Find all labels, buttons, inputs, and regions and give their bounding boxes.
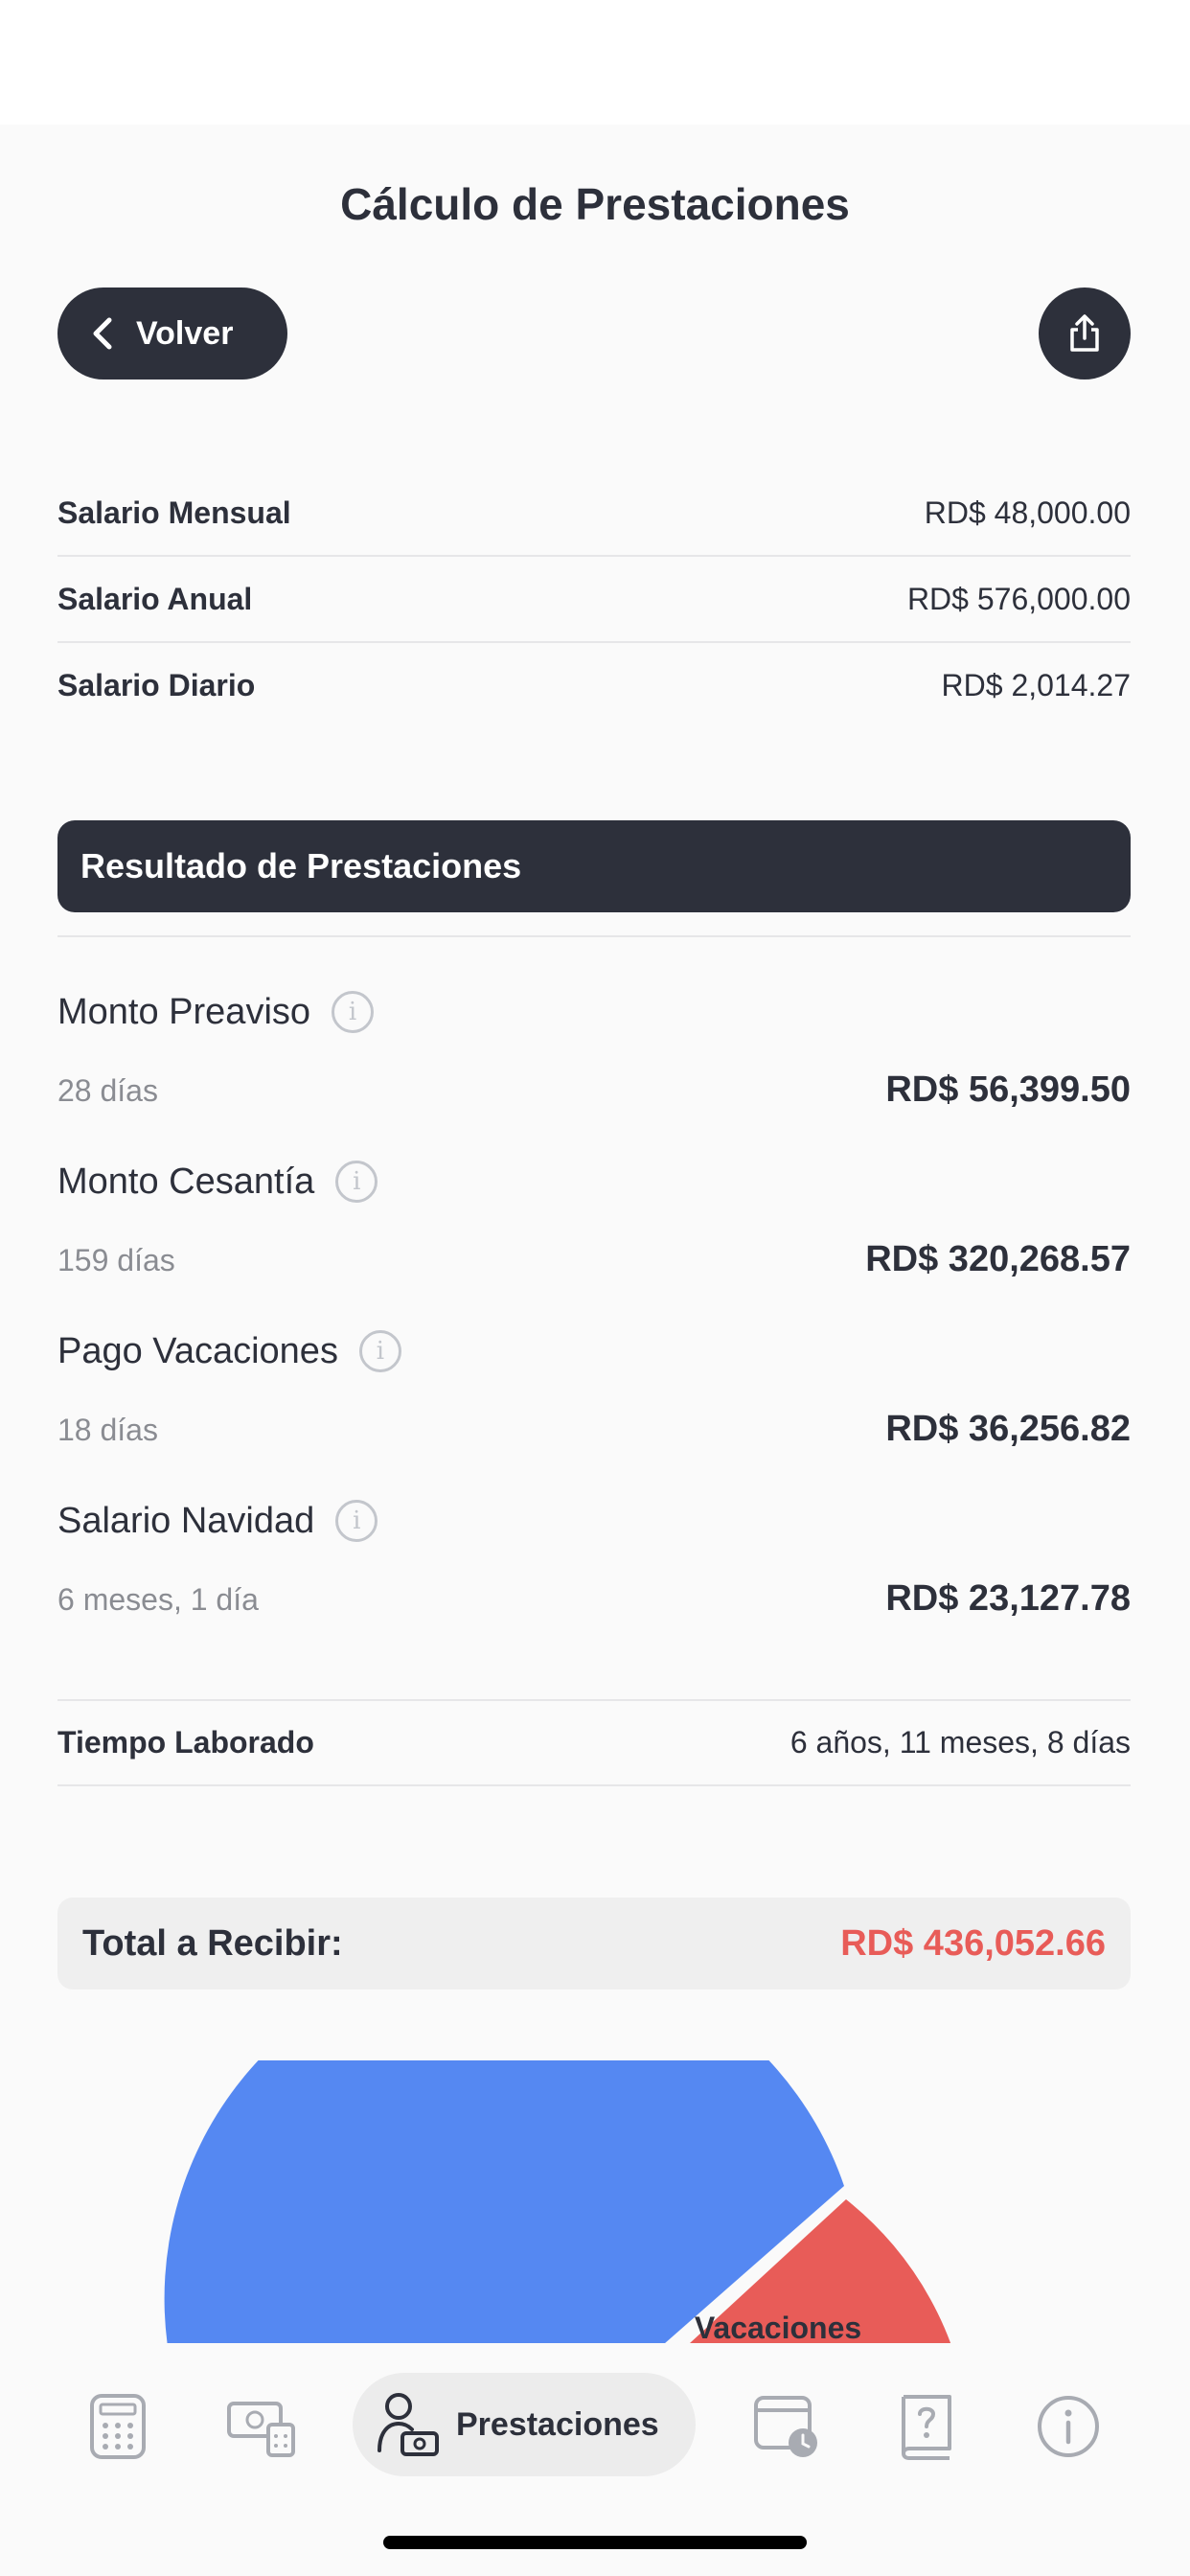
info-icon[interactable]: i (332, 991, 375, 1033)
item-preaviso-amount: RD$ 56,399.50 (885, 1070, 1131, 1110)
salary-row-diario: Salario Diario RD$ 2,014.27 (57, 642, 1131, 728)
tab-prestaciones-label: Prestaciones (456, 2405, 659, 2443)
person-cash-icon (378, 2393, 439, 2456)
tab-salary[interactable] (226, 2391, 297, 2462)
item-navidad-sub: 6 meses, 1 día (57, 1582, 259, 1617)
back-button[interactable]: Volver (57, 288, 287, 380)
item-vacaciones-amount: RD$ 36,256.82 (885, 1409, 1131, 1449)
info-icon[interactable]: i (335, 1161, 378, 1203)
chevron-left-icon (93, 317, 112, 350)
tiempo-label: Tiempo Laborado (57, 1724, 314, 1760)
item-vacaciones-title: Pago Vacaciones i (57, 1330, 401, 1372)
salary-value: RD$ 576,000.00 (906, 581, 1131, 616)
tiempo-value: 6 años, 11 meses, 8 días (790, 1724, 1131, 1760)
page-title: Cálculo de Prestaciones (340, 179, 850, 229)
tab-info[interactable] (1033, 2391, 1104, 2462)
item-title-label: Pago Vacaciones (57, 1330, 338, 1371)
cash-calculator-icon (227, 2402, 295, 2457)
item-navidad-amount: RD$ 23,127.78 (885, 1578, 1131, 1619)
tab-calendar[interactable] (751, 2391, 822, 2462)
item-vacaciones-sub: 18 días (57, 1413, 158, 1447)
salary-row-anual: Salario Anual RD$ 576,000.00 (57, 556, 1131, 642)
total-label: Total a Recibir: (82, 1922, 343, 1964)
item-navidad-title: Salario Navidad i (57, 1500, 378, 1542)
total-value: RD$ 436,052.66 (840, 1922, 1106, 1964)
item-title-label: Monto Cesantía (57, 1161, 315, 1202)
tab-help[interactable] (891, 2391, 962, 2462)
divider (57, 935, 1131, 937)
tab-prestaciones[interactable]: Prestaciones (353, 2373, 696, 2476)
calendar-clock-icon (754, 2396, 817, 2457)
total-box: Total a Recibir: RD$ 436,052.66 (57, 1898, 1131, 1990)
info-icon[interactable]: i (358, 1330, 401, 1372)
item-cesantia-sub: 159 días (57, 1243, 175, 1277)
item-preaviso-sub: 28 días (57, 1073, 158, 1108)
salary-row-mensual: Salario Mensual RD$ 48,000.00 (57, 470, 1131, 556)
salary-label: Salario Anual (57, 581, 253, 616)
calculator-icon (90, 2394, 146, 2459)
share-button[interactable] (1039, 288, 1131, 380)
salary-label: Salario Mensual (57, 494, 291, 530)
item-title-label: Monto Preaviso (57, 991, 311, 1032)
share-icon (1070, 314, 1099, 352)
item-title-label: Salario Navidad (57, 1500, 315, 1541)
item-cesantia-amount: RD$ 320,268.57 (865, 1239, 1131, 1279)
divider (57, 1784, 1131, 1786)
item-preaviso-title: Monto Preaviso i (57, 991, 375, 1033)
prestaciones-pie-chart: Vacaciones (0, 2060, 1190, 2343)
tab-calculator[interactable] (82, 2391, 153, 2462)
info-icon[interactable]: i (335, 1500, 378, 1542)
pie-label-vacaciones: Vacaciones (695, 2311, 861, 2343)
item-cesantia-title: Monto Cesantía i (57, 1161, 378, 1203)
back-button-label: Volver (136, 314, 234, 352)
tiempo-laborado-row: Tiempo Laborado 6 años, 11 meses, 8 días (57, 1700, 1131, 1784)
info-icon (1038, 2396, 1099, 2457)
results-header: Resultado de Prestaciones (57, 820, 1131, 912)
status-bar (0, 0, 1190, 125)
home-indicator[interactable] (383, 2536, 807, 2549)
salary-label: Salario Diario (57, 667, 256, 702)
help-book-icon (902, 2395, 951, 2460)
salary-value: RD$ 48,000.00 (924, 494, 1131, 530)
salary-value: RD$ 2,014.27 (941, 667, 1131, 702)
